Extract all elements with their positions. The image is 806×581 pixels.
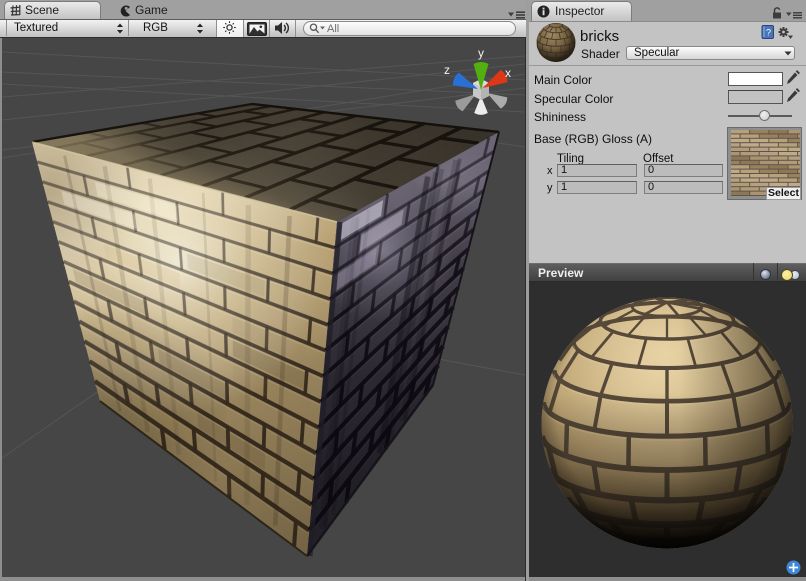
svg-text:x: x <box>505 66 511 80</box>
svg-text:z: z <box>444 63 450 77</box>
svg-text:y: y <box>478 46 484 60</box>
svg-text:?: ? <box>766 28 771 38</box>
